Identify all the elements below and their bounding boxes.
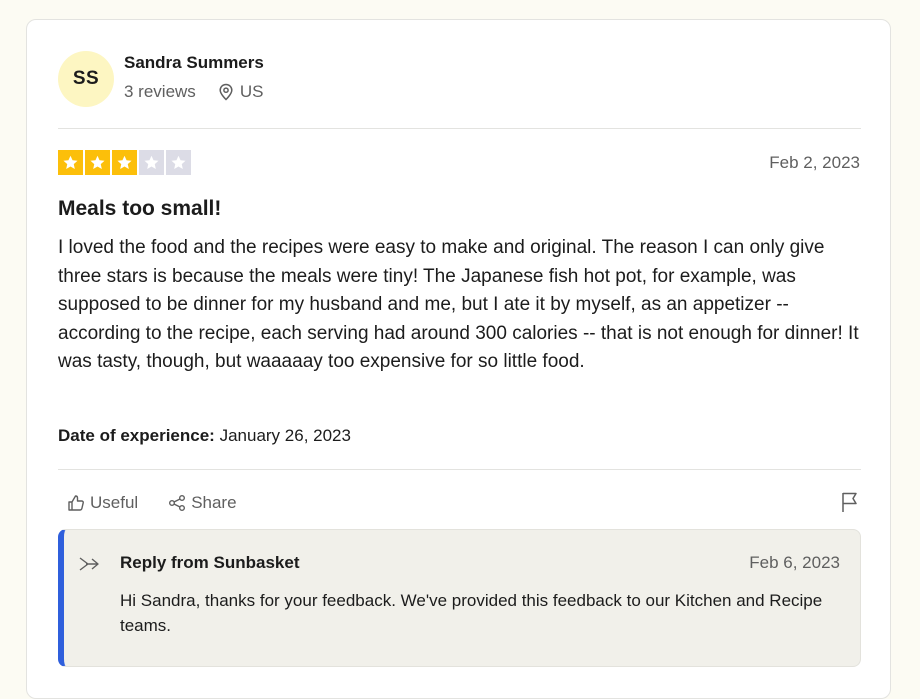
- star-icon: [85, 150, 110, 175]
- flag-icon: [842, 492, 857, 512]
- report-flag-button[interactable]: [840, 491, 860, 518]
- reviewer-location: US: [218, 82, 264, 102]
- reply-body: Hi Sandra, thanks for your feedback. We'…: [120, 591, 823, 635]
- company-reply: Reply from Sunbasket Feb 6, 2023 Hi Sand…: [58, 529, 861, 667]
- divider: [58, 469, 861, 470]
- share-label: Share: [191, 493, 237, 512]
- useful-button[interactable]: Useful: [67, 493, 138, 513]
- star-icon: [166, 150, 191, 175]
- divider: [58, 128, 861, 129]
- star-rating: [58, 150, 193, 175]
- star-icon: [58, 150, 83, 175]
- avatar[interactable]: SS: [58, 51, 114, 107]
- review-date: Feb 2, 2023: [769, 153, 860, 172]
- reply-date: Feb 6, 2023: [749, 553, 840, 572]
- experience-label: Date of experience:: [58, 426, 215, 445]
- reviewer-meta: 3 reviews US: [124, 82, 263, 102]
- experience-date: January 26, 2023: [219, 426, 351, 445]
- thumbs-up-icon: [68, 495, 84, 511]
- country: US: [239, 82, 264, 101]
- star-icon: [112, 150, 137, 175]
- review-body: I loved the food and the recipes were ea…: [58, 237, 859, 373]
- reviewer-name[interactable]: Sandra Summers: [124, 53, 264, 73]
- review-actions: Useful Share: [67, 493, 267, 513]
- share-icon: [169, 495, 186, 511]
- review-title[interactable]: Meals too small!: [58, 197, 221, 221]
- share-button[interactable]: Share: [168, 493, 237, 513]
- date-of-experience: Date of experience: January 26, 2023: [58, 426, 351, 446]
- star-icon: [139, 150, 164, 175]
- reply-arrow-icon: [79, 557, 99, 571]
- review-count: 3 reviews: [124, 82, 196, 101]
- review-card: SS Sandra Summers 3 reviews US Feb 2, 20…: [26, 19, 891, 699]
- useful-label: Useful: [90, 493, 139, 512]
- reply-title: Reply from Sunbasket: [120, 553, 300, 572]
- location-pin-icon: [219, 83, 233, 101]
